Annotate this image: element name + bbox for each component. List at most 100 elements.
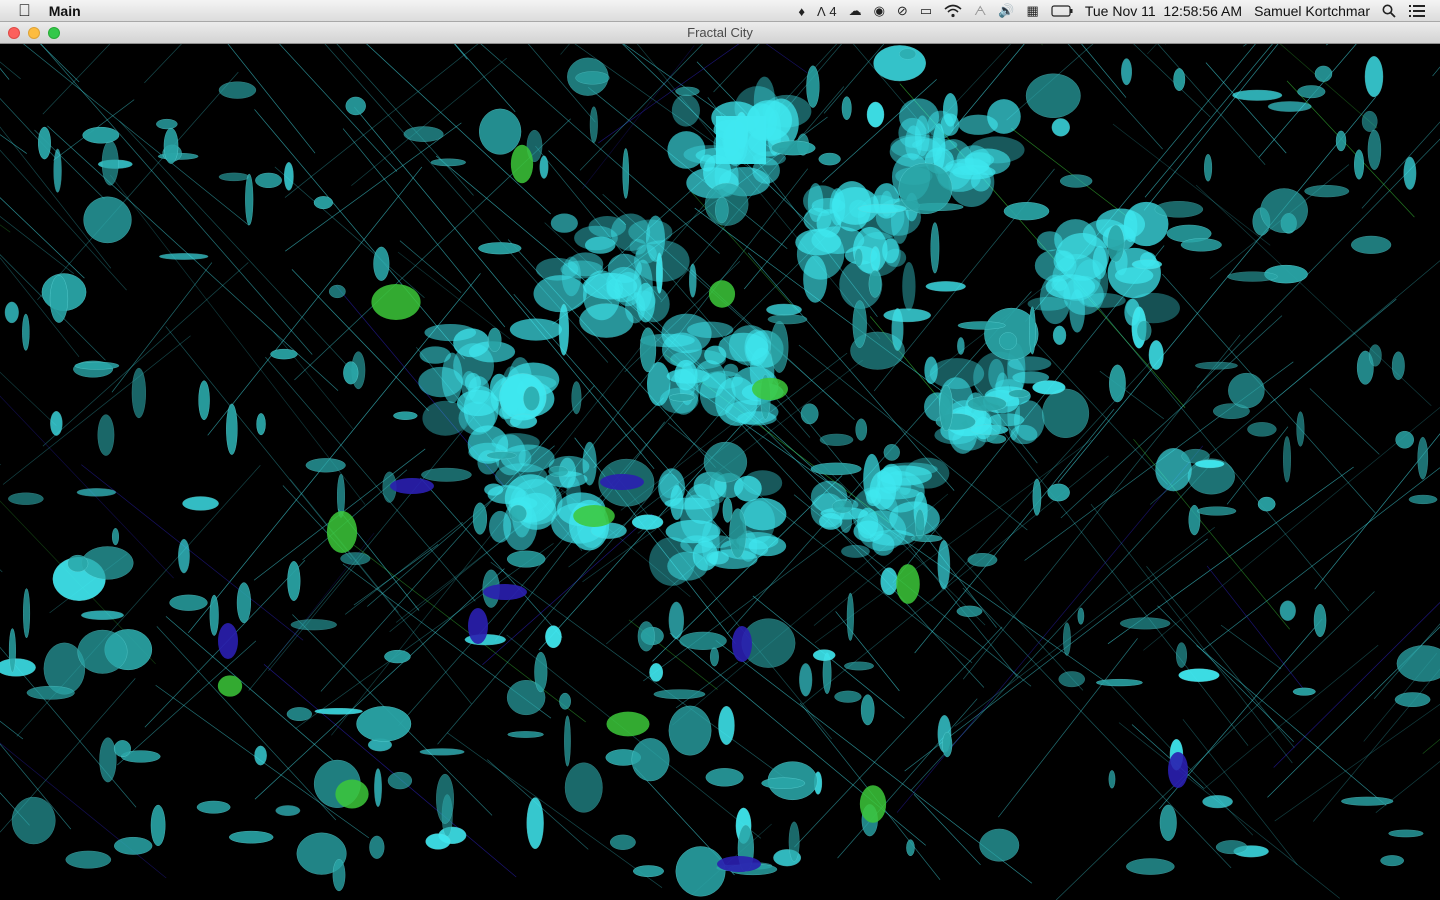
scatter-node [523,386,540,411]
scatter-node [689,263,697,298]
scatter-node [1403,156,1417,190]
scatter-node [1215,840,1248,855]
app-menu-main[interactable]: Main [49,3,81,19]
scatter-node [1173,68,1186,91]
window-titlebar[interactable]: Fractal City [0,22,1440,44]
scatter-node [854,248,863,267]
scatter-node [679,631,727,650]
scatter-node [860,694,875,726]
fractal-canvas[interactable] [0,44,1440,900]
scatter-node [1003,202,1050,221]
adobe-status-item[interactable]: Λ 4 [817,0,837,22]
scatter-node [571,381,582,415]
cluster-node [484,483,504,496]
scatter-node [345,96,366,116]
scatter-node [675,846,726,897]
scatter-node [770,320,789,373]
scatter-node [178,538,190,574]
cluster-node [1081,293,1126,308]
scatter-node [1008,389,1030,398]
scatter-node [1351,235,1392,254]
green-node [573,504,615,528]
connection-line [0,500,156,665]
scatter-node [49,275,69,323]
scatter-node [506,550,546,568]
scatter-node [1148,340,1164,370]
battery-icon[interactable] [1051,0,1073,22]
bluetooth-icon[interactable]: ᗅ [974,0,986,22]
cloud-icon[interactable]: ☁ [849,0,862,22]
scatter-node [218,81,257,99]
scatter-node [340,552,371,565]
scatter-node [1296,411,1305,447]
connection-line [0,67,10,80]
menubar-clock[interactable]: Tue Nov 11 12:58:56 AM [1085,3,1242,19]
scatter-node [1335,130,1347,152]
apple-logo-icon[interactable]:  [18,0,31,22]
scatter-node [1121,58,1132,86]
clock-history-icon[interactable]: ⊘ [897,0,908,22]
scatter-node [1417,436,1429,480]
connection-line [913,793,981,866]
scatter-node [1292,687,1316,696]
bell-icon[interactable]: ♦ [798,0,805,22]
connection-line [37,71,239,301]
connection-line [268,554,365,672]
cluster-node [464,372,482,393]
connection-line [837,698,978,859]
scatter-node [1380,855,1404,867]
connection-line [835,611,900,692]
cluster-node [693,360,726,399]
connection-line [23,44,250,226]
menubar-user[interactable]: Samuel Kortchmar [1254,3,1370,19]
scatter-node [53,148,62,193]
cluster-node [698,535,734,549]
connection-line [1220,624,1282,670]
green-node [371,283,421,321]
podcast-icon[interactable]: ◉ [874,0,885,22]
cluster-node [883,462,938,476]
scatter-node [868,270,882,298]
scatter-node [1032,478,1042,516]
notification-center-icon[interactable] [1408,0,1426,22]
scatter-node [65,850,112,869]
scatter-node [579,303,634,338]
scatter-node [1314,65,1333,82]
scatter-node [810,462,862,476]
scatter-node [1408,494,1438,505]
green-node [751,377,789,401]
airplay-icon[interactable]: ▭ [920,0,932,22]
cluster-node [803,207,832,232]
scatter-node [844,661,874,671]
scatter-node [101,140,119,186]
scatter-node [1257,496,1276,512]
connection-line [0,395,174,579]
scatter-node [369,835,385,859]
scatter-node [806,65,820,108]
scatter-node [564,762,603,813]
cluster-node [633,259,653,311]
connection-line [0,569,3,573]
volume-icon[interactable]: 🔊 [998,0,1014,22]
connection-line [1075,279,1350,612]
scatter-node [589,106,598,143]
cluster-node [924,356,938,385]
scatter-node [986,434,1007,444]
calendar-icon[interactable]: ▦ [1027,0,1039,22]
spotlight-search-icon[interactable] [1382,0,1396,22]
connection-line [1202,644,1379,790]
scatter-node [1025,73,1081,118]
cluster-node [863,453,881,504]
connection-line [1041,44,1043,46]
connection-line [399,240,462,293]
scatter-node [812,649,836,661]
scatter-node [387,771,413,790]
cluster-node [606,278,624,299]
scatter-node [999,332,1018,350]
wifi-icon[interactable] [944,0,962,22]
scatter-node [1361,110,1378,132]
connection-line [273,532,375,661]
scatter-node [472,502,488,535]
scatter-node [305,458,346,473]
scatter-node [26,685,75,700]
